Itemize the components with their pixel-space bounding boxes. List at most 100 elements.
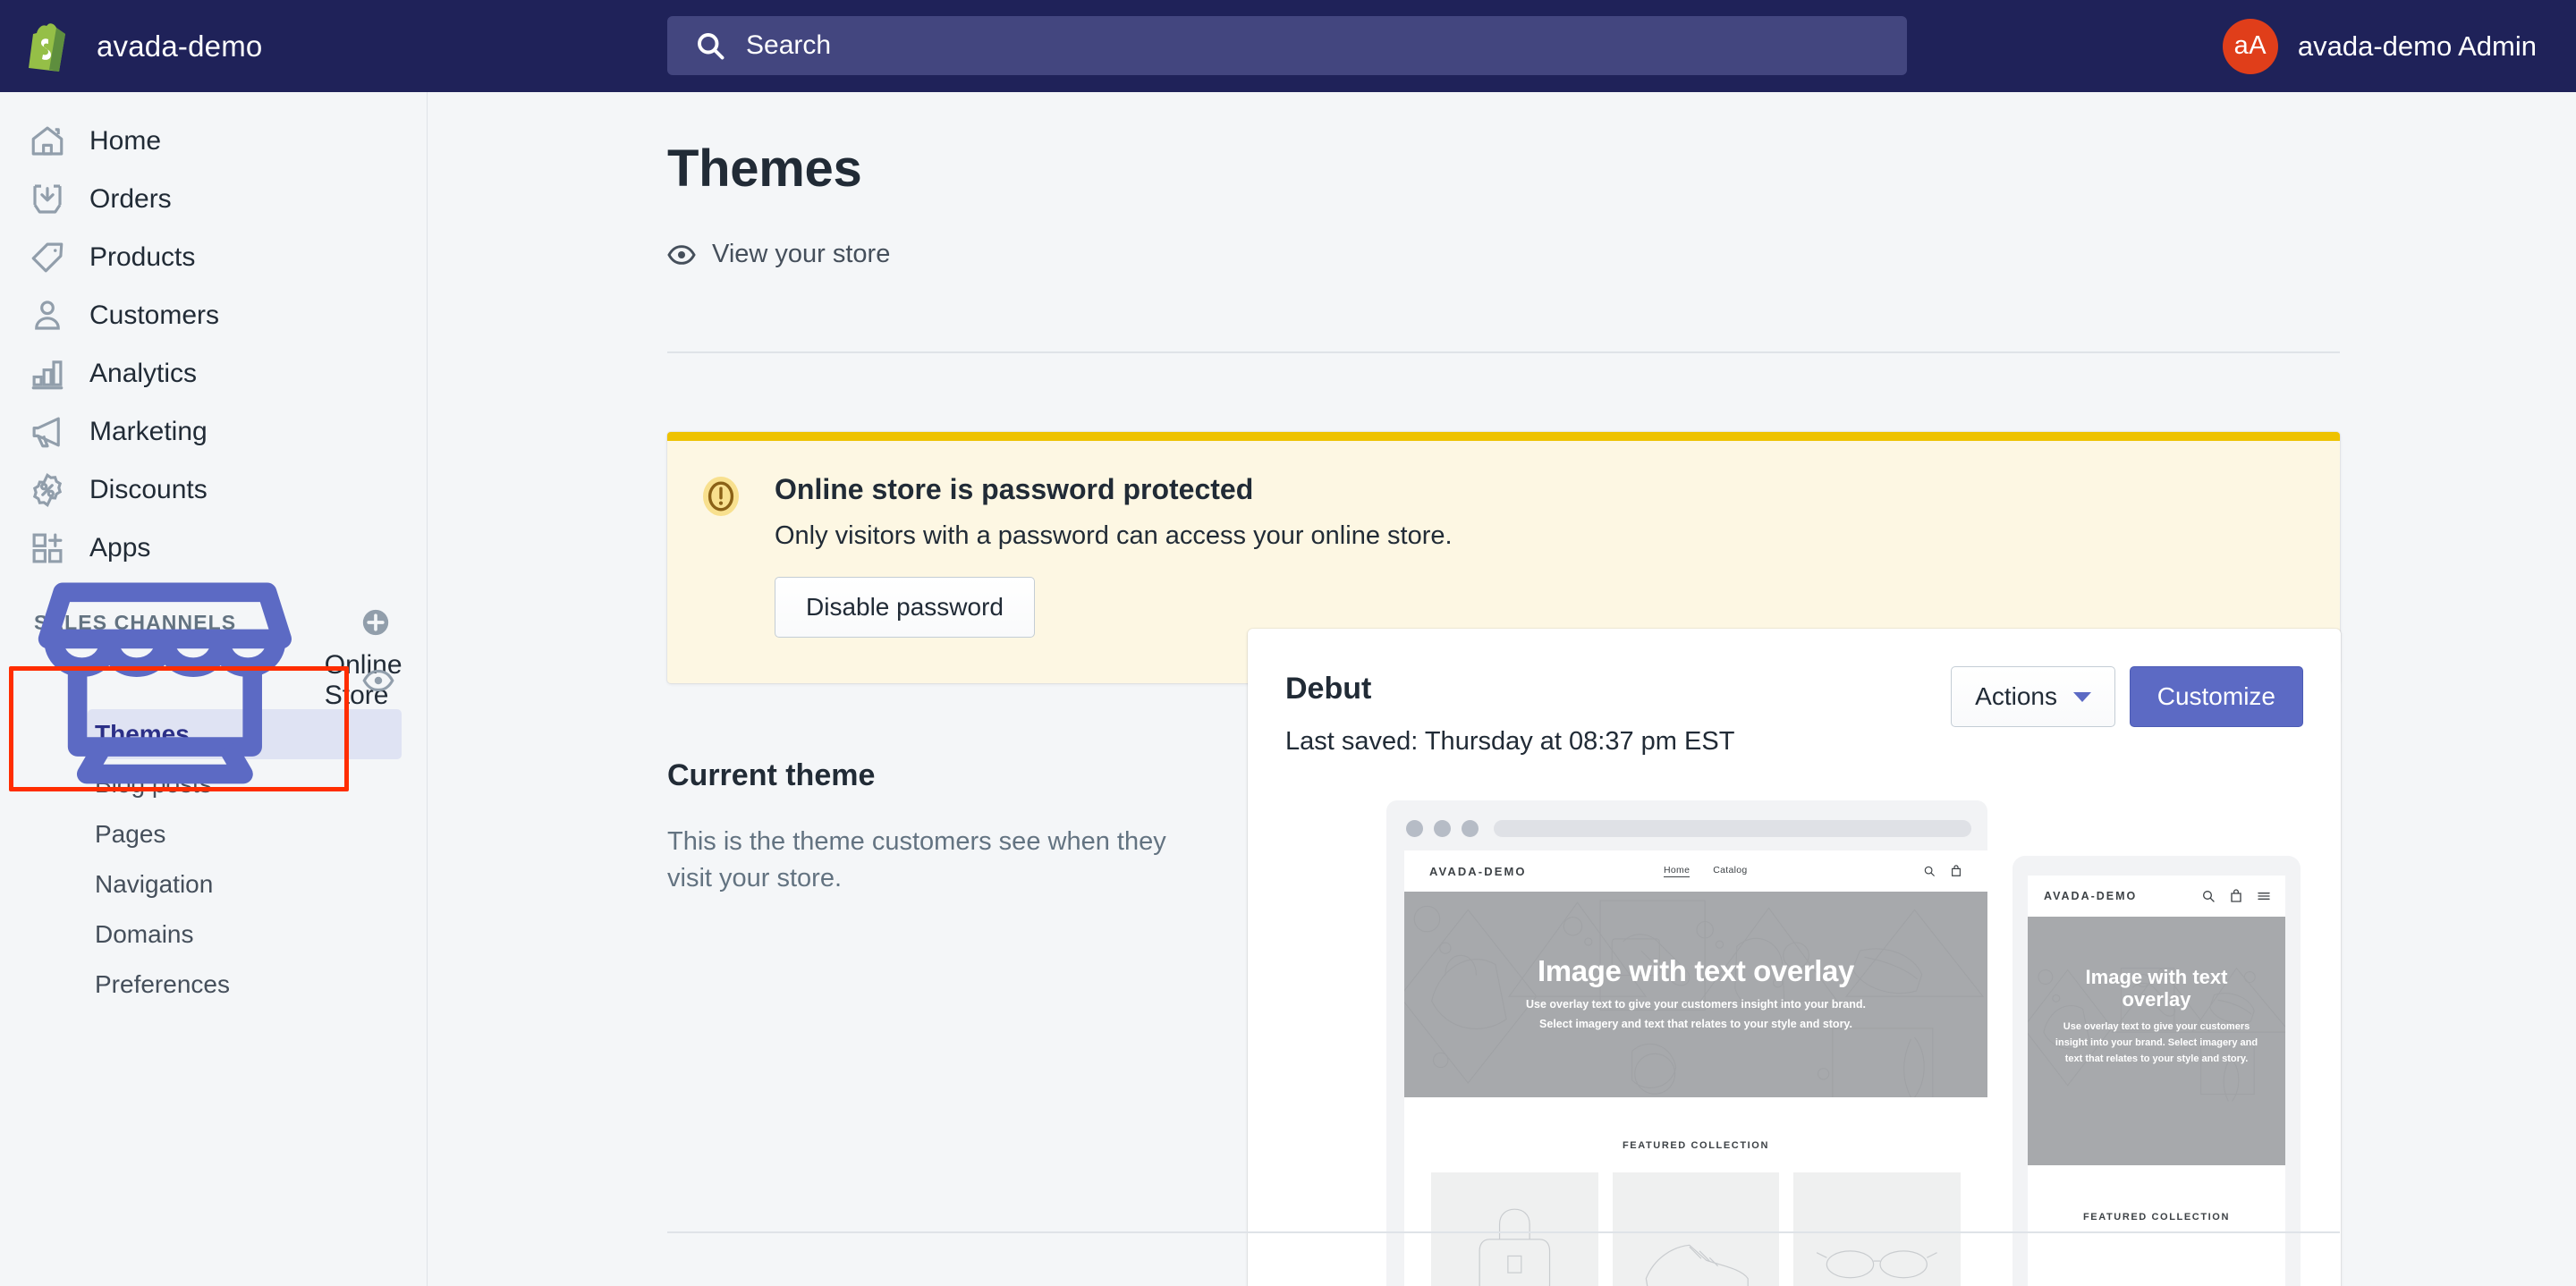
search-icon: [2203, 891, 2215, 902]
sidebar-item-domains[interactable]: Domains: [88, 910, 402, 960]
sidebar-item-marketing[interactable]: Marketing: [0, 402, 427, 461]
mobile-preview: AVADA-DEMO Image with text overlay Use o…: [2012, 856, 2301, 1286]
storefront-icons: [1923, 865, 1962, 877]
mobile-featured-collection-heading: FEATURED COLLECTION: [2082, 1212, 2231, 1223]
sidebar-item-customers[interactable]: Customers: [0, 286, 427, 344]
plus-circle-icon[interactable]: [360, 607, 391, 638]
bottom-divider: [667, 1231, 2340, 1233]
actions-label: Actions: [1975, 682, 2057, 710]
hero-subtitle: Use overlay text to give your customers …: [1526, 995, 1866, 1035]
sidebar-subitem-label: Navigation: [95, 870, 214, 898]
megaphone-icon: [32, 417, 60, 447]
alert-circle-icon: [703, 477, 739, 516]
search-icon: [1924, 866, 1935, 876]
sidebar-item-label: Customers: [89, 300, 220, 330]
storefront-nav: Home Catalog: [1664, 865, 1748, 877]
mobile-storefront-logo: AVADA-DEMO: [2044, 890, 2138, 902]
hero-sub-line-1: Use overlay text to give your customers …: [1526, 998, 1866, 1011]
user-menu[interactable]: aA avada-demo Admin: [2222, 0, 2537, 92]
sidebar-item-label: Discounts: [89, 474, 208, 504]
sidebar-item-label: Marketing: [89, 416, 208, 446]
main-content: Themes View your store Online store is p…: [428, 92, 2576, 1286]
chevron-down-icon: [2073, 691, 2091, 702]
storefront-icon: [38, 582, 292, 783]
sidebar-item-online-store[interactable]: Online Store: [0, 582, 427, 783]
customize-label: Customize: [2157, 682, 2275, 710]
hero-title: Image with text overlay: [1538, 954, 1854, 988]
shopping-bag-icon: [2231, 889, 2241, 902]
browser-url-bar: [1494, 820, 1971, 837]
disable-password-button[interactable]: Disable password: [775, 577, 1035, 638]
banner-title: Online store is password protected: [775, 473, 1254, 505]
search-input[interactable]: [667, 16, 1907, 75]
mobile-storefront-icons: [2201, 889, 2271, 903]
desktop-preview: AVADA-DEMO Home Catalog Image with text …: [1386, 800, 1987, 1286]
sidebar: Home Orders Products Customers Analytics…: [0, 92, 428, 1286]
header-divider: [667, 351, 2340, 353]
actions-button[interactable]: Actions: [1951, 666, 2115, 727]
view-store-label: View your store: [712, 240, 891, 268]
top-bar: avada-demo aA avada-demo Admin: [0, 0, 2576, 92]
person-icon: [35, 300, 60, 330]
shopify-bag-icon: [29, 22, 65, 72]
sidebar-item-label: Analytics: [89, 358, 198, 388]
bar-chart-icon: [31, 360, 64, 389]
sidebar-item-pages[interactable]: Pages: [88, 809, 402, 859]
theme-card: Debut Last saved: Thursday at 08:37 pm E…: [1248, 629, 2341, 1286]
browser-dots: [1406, 820, 1479, 837]
nav-catalog[interactable]: Catalog: [1713, 865, 1747, 877]
hero-banner: Image with text overlay Use overlay text…: [1404, 892, 1987, 1097]
product-tiles: [1404, 1172, 1987, 1286]
home-icon: [31, 126, 64, 156]
avatar: aA: [2222, 18, 2278, 74]
tag-icon: [31, 242, 64, 272]
mobile-storefront-page: AVADA-DEMO Image with text overlay Use o…: [2028, 876, 2285, 1286]
hamburger-menu-icon: [2258, 893, 2270, 900]
sidebar-item-preferences[interactable]: Preferences: [88, 960, 402, 1010]
theme-last-saved: Last saved: Thursday at 08:37 pm EST: [1285, 727, 1735, 756]
shopping-bag-icon: [1952, 865, 1961, 876]
mobile-hero-subtitle: Use overlay text to give your customers …: [2055, 1020, 2258, 1064]
hero-sketch-illustration: [1404, 900, 1985, 1097]
hero-sub-line-2: Select imagery and text that relates to …: [1539, 1018, 1852, 1030]
mobile-storefront-header: AVADA-DEMO: [2028, 876, 2285, 917]
mobile-hero-banner: Image with text overlay Use overlay text…: [2028, 917, 2285, 1165]
theme-preview[interactable]: AVADA-DEMO Home Catalog Image with text …: [1248, 800, 2341, 1286]
product-tile[interactable]: [1793, 1172, 1962, 1286]
orders-inbox-icon: [33, 184, 62, 214]
sidebar-item-home[interactable]: Home: [0, 112, 427, 170]
nav-home[interactable]: Home: [1664, 865, 1690, 877]
sidebar-subitem-label: Domains: [95, 920, 194, 948]
current-theme-heading: Current theme: [667, 758, 876, 792]
sidebar-item-label: Products: [89, 241, 196, 272]
sidebar-item-orders[interactable]: Orders: [0, 170, 427, 228]
view-store-link[interactable]: View your store: [667, 240, 890, 269]
eye-icon[interactable]: [362, 664, 394, 697]
storefront-header: AVADA-DEMO Home Catalog: [1404, 850, 1987, 892]
customize-button[interactable]: Customize: [2129, 666, 2303, 727]
sidebar-item-label: Orders: [89, 183, 172, 214]
mobile-hero-title: Image with text overlay: [2085, 966, 2228, 1011]
sidebar-item-products[interactable]: Products: [0, 228, 427, 286]
product-tile[interactable]: [1612, 1172, 1780, 1286]
storefront-page: AVADA-DEMO Home Catalog Image with text …: [1404, 850, 1987, 1286]
product-tile[interactable]: [1431, 1172, 1598, 1286]
page-title: Themes: [667, 140, 862, 198]
user-name: avada-demo Admin: [2297, 30, 2537, 62]
featured-collection-heading: FEATURED COLLECTION: [1622, 1140, 1770, 1151]
sidebar-subitem-label: Preferences: [95, 970, 230, 998]
storefront-logo: AVADA-DEMO: [1429, 864, 1527, 878]
sidebar-item-navigation[interactable]: Navigation: [88, 859, 402, 910]
store-name: avada-demo: [97, 29, 263, 63]
search-container: [667, 16, 1907, 75]
eye-icon: [667, 244, 696, 265]
sidebar-item-label: Home: [89, 125, 162, 156]
sidebar-item-analytics[interactable]: Analytics: [0, 344, 427, 402]
sidebar-subitem-label: Pages: [95, 820, 166, 848]
discount-badge-icon: [32, 472, 63, 507]
current-theme-description: This is the theme customers see when the…: [667, 827, 1166, 893]
banner-text: Only visitors with a password can access…: [775, 521, 1453, 550]
sidebar-item-discounts[interactable]: Discounts: [0, 461, 427, 519]
theme-name: Debut: [1285, 672, 1372, 706]
brand-home-link[interactable]: avada-demo: [0, 0, 428, 92]
